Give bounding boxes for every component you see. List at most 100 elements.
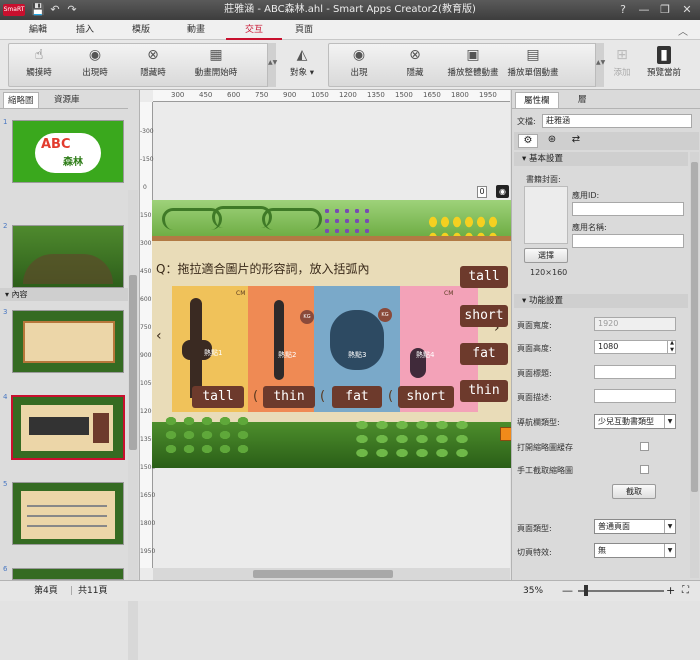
content-section-header[interactable]: ▾ 內容 — [0, 288, 128, 301]
page-height-field[interactable]: 1080 — [594, 340, 676, 354]
status-bar: 第4頁 | 共11頁 35% — + ⛶ — [0, 580, 700, 601]
bank-word[interactable]: short — [460, 305, 508, 327]
doc-name-field[interactable]: 莊雅涵 — [542, 114, 692, 128]
slide-canvas[interactable]: Q：拖拉適合圖片的形容詞，放入括弧內 熱點1 熱點2 熱點3 熱點4 CM CM… — [152, 200, 512, 468]
camera-icon[interactable]: ◉ — [496, 185, 509, 198]
fat-silhouette[interactable] — [330, 310, 384, 370]
ruler-tick: 1200 — [339, 91, 357, 99]
tab-properties[interactable]: 屬性欄 — [515, 92, 559, 108]
zoom-in-icon[interactable]: + — [666, 581, 675, 601]
menu-page[interactable]: 頁面 — [276, 20, 332, 40]
minimize-button[interactable]: — — [634, 1, 654, 18]
tab-layers[interactable]: 層 — [570, 92, 595, 108]
add-button[interactable]: ⊞ 添加 — [608, 44, 636, 86]
page-title-label: 頁面標題: — [517, 369, 552, 378]
content-section-label: 內容 — [11, 290, 28, 299]
open-thumb-cache-checkbox[interactable] — [640, 442, 649, 451]
cover-image-box[interactable] — [524, 186, 568, 244]
aperture-icon[interactable]: ⊛ — [542, 134, 562, 148]
scroll-thumb[interactable] — [129, 275, 137, 450]
app-id-field[interactable] — [572, 202, 684, 216]
canvas-horizontal-scrollbar[interactable] — [153, 568, 510, 580]
bracket: ( — [320, 389, 326, 404]
page-type-value: 普通頁面 — [598, 522, 630, 531]
bank-word[interactable]: tall — [460, 266, 508, 288]
close-button[interactable]: ✕ — [677, 1, 697, 18]
manual-thumb-checkbox[interactable] — [640, 465, 649, 474]
page-height-label: 頁面高度: — [517, 344, 552, 353]
page-width-label: 頁面寬度: — [517, 321, 552, 330]
on-show-label: 出現時 — [82, 68, 108, 78]
app-name-field[interactable] — [572, 234, 684, 248]
capture-button[interactable]: 截取 — [612, 484, 656, 499]
properties-scrollbar[interactable] — [690, 152, 699, 578]
on-hide-button[interactable]: ⊗ 隱藏時 — [130, 44, 176, 86]
nav-type-select[interactable]: 少兒互動書類型 ▼ — [594, 414, 676, 429]
restore-button[interactable]: ❐ — [655, 1, 675, 18]
page-thumbnail-4[interactable] — [11, 395, 125, 460]
hand-icon: ☝ — [34, 47, 44, 63]
play-single-animation-button[interactable]: ▤ 播放單個動畫 — [504, 44, 562, 86]
help-icon[interactable]: ? — [613, 1, 633, 18]
select-cover-button[interactable]: 選擇 — [524, 248, 568, 263]
object-dropdown[interactable]: ◭ 對象 ▾ — [282, 44, 322, 86]
silhouette-shape — [29, 417, 89, 435]
bank-word[interactable]: thin — [460, 380, 508, 402]
fit-screen-icon[interactable]: ⛶ — [682, 581, 689, 601]
page-thumbnail-1[interactable]: ABC 森林 — [12, 120, 124, 183]
page-width-field[interactable]: 1920 — [594, 317, 676, 331]
answer-word-box[interactable]: fat — [332, 386, 382, 408]
transition-select[interactable]: 無 ▼ — [594, 543, 676, 558]
nav-left-arrow[interactable]: ‹ — [156, 328, 162, 344]
scroll-thumb[interactable] — [253, 570, 393, 578]
thin-silhouette[interactable] — [274, 300, 284, 380]
answer-word-box[interactable]: short — [398, 386, 454, 408]
tab-resources[interactable]: 資源庫 — [50, 92, 84, 108]
function-settings-header[interactable]: ▾ 功能設置 — [514, 294, 688, 308]
add-label: 添加 — [613, 68, 631, 78]
basic-settings-header[interactable]: ▾ 基本設置 — [514, 152, 688, 166]
on-touch-button[interactable]: ☝ 觸摸時 — [16, 44, 62, 86]
page-number: 3 — [3, 308, 8, 316]
ruler-tick: 0 — [143, 184, 147, 191]
scroll-thumb[interactable] — [691, 162, 698, 492]
text-line — [27, 525, 107, 527]
page-type-select[interactable]: 普通頁面 ▼ — [594, 519, 676, 534]
zoom-out-icon[interactable]: — — [562, 581, 573, 601]
swap-icon[interactable]: ⇄ — [566, 134, 586, 148]
purple-flowers — [322, 206, 372, 240]
gear-icon[interactable]: ⚙ — [518, 134, 538, 148]
zoom-slider-track[interactable] — [578, 590, 664, 592]
menu-insert[interactable]: 插入 — [57, 20, 113, 40]
horizontal-ruler: 300 450 600 750 900 1050 1200 1350 1500 … — [153, 90, 510, 102]
action-group-scroll[interactable]: ▲▼ — [595, 43, 605, 87]
page-thumbnail-3[interactable] — [12, 310, 124, 373]
page-desc-field[interactable] — [594, 389, 676, 403]
tab-thumbnails[interactable]: 縮略圖 — [3, 92, 39, 108]
on-animation-start-button[interactable]: ▦ 動畫開始時 — [188, 44, 244, 86]
text-line — [27, 505, 107, 507]
hide-action-button[interactable]: ⊗ 隱藏 — [394, 44, 436, 86]
height-stepper[interactable]: ▲ ▼ — [667, 340, 676, 354]
menu-animation[interactable]: 動畫 — [168, 20, 224, 40]
menu-interaction[interactable]: 交互 — [226, 20, 282, 40]
menu-template[interactable]: 模版 — [113, 20, 169, 40]
answer-word-box[interactable]: thin — [263, 386, 315, 408]
preview-current-button[interactable]: ▮ 預覽當前 — [642, 44, 686, 86]
answer-word-box[interactable]: tall — [192, 386, 244, 408]
play-single-animation-label: 播放單個動畫 — [507, 68, 559, 78]
page-thumbnail-2[interactable] — [12, 225, 124, 288]
bank-word[interactable]: fat — [460, 343, 508, 365]
on-show-button[interactable]: ◉ 出現時 — [72, 44, 118, 86]
collapse-ribbon-icon[interactable]: ︿ — [678, 23, 694, 38]
tab-divider — [0, 108, 128, 109]
page-thumbnail-5[interactable] — [12, 482, 124, 545]
page-title-field[interactable] — [594, 365, 676, 379]
zoom-slider-handle[interactable] — [584, 585, 588, 596]
show-action-button[interactable]: ◉ 出現 — [338, 44, 380, 86]
trigger-group-scroll[interactable]: ▲▼ — [267, 43, 277, 87]
doc-label: 文檔: — [517, 117, 536, 126]
open-thumb-cache-label: 打開縮略圖緩存 — [517, 443, 573, 452]
page-thumbnail-6[interactable] — [12, 568, 124, 580]
play-all-animation-button[interactable]: ▣ 播放整體動畫 — [444, 44, 502, 86]
